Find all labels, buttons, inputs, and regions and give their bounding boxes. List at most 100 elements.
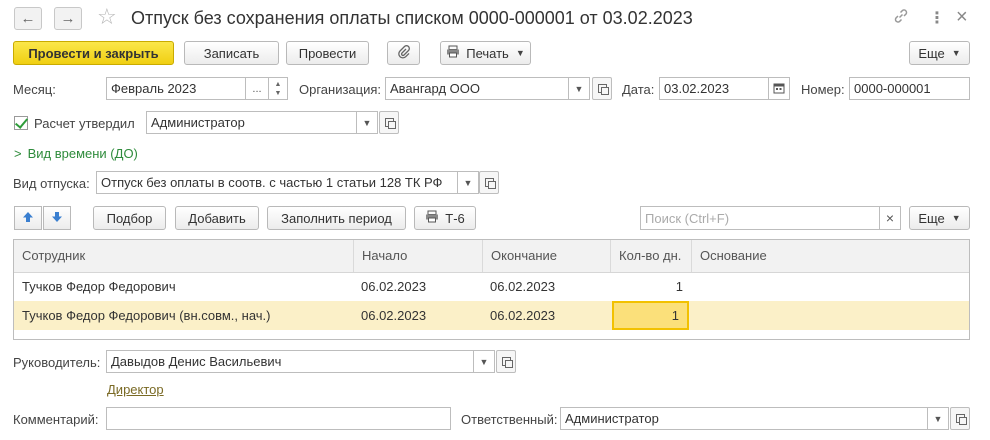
favorite-star-icon[interactable]: ☆ bbox=[97, 4, 117, 30]
head-open-button[interactable] bbox=[496, 350, 516, 373]
head-label: Руководитель: bbox=[13, 355, 101, 370]
month-choose-button[interactable]: ... bbox=[245, 77, 269, 100]
attach-button[interactable] bbox=[387, 41, 420, 65]
open-icon bbox=[597, 84, 609, 95]
more-vertical-icon[interactable]: ⋮ bbox=[929, 8, 945, 28]
open-icon bbox=[955, 414, 967, 425]
cell-start[interactable]: 06.02.2023 bbox=[353, 272, 482, 301]
link-icon[interactable] bbox=[893, 8, 909, 28]
cell-basis[interactable] bbox=[691, 301, 969, 330]
print-label: Печать bbox=[466, 45, 509, 61]
move-down-button[interactable] bbox=[43, 206, 71, 230]
search-clear-button[interactable]: × bbox=[879, 206, 901, 230]
organization-open-button[interactable] bbox=[592, 77, 612, 100]
open-icon bbox=[484, 178, 496, 189]
column-header-employee[interactable]: Сотрудник bbox=[14, 240, 353, 272]
leave-type-open-button[interactable] bbox=[479, 171, 499, 194]
t6-label: Т-6 bbox=[445, 210, 465, 226]
cell-end[interactable]: 06.02.2023 bbox=[482, 272, 610, 301]
responsible-label: Ответственный: bbox=[461, 412, 558, 427]
search-input[interactable]: Поиск (Ctrl+F) bbox=[640, 206, 880, 230]
cell-employee[interactable]: Тучков Федор Федорович (вн.совм., нач.) bbox=[14, 301, 353, 330]
organization-field[interactable]: Авангард ООО bbox=[385, 77, 569, 100]
organization-label: Организация: bbox=[299, 82, 382, 97]
column-header-days[interactable]: Кол-во дн. bbox=[610, 240, 691, 272]
arrow-down-icon bbox=[51, 211, 63, 226]
chevron-down-icon: ▼ bbox=[951, 213, 961, 223]
chevron-down-icon: ▼ bbox=[951, 48, 961, 58]
forward-button[interactable]: → bbox=[54, 7, 82, 30]
back-arrow-icon: ← bbox=[20, 10, 36, 27]
stepper-up-icon: ▲ bbox=[274, 80, 282, 88]
column-header-basis[interactable]: Основание bbox=[691, 240, 969, 272]
head-dropdown-button[interactable]: ▼ bbox=[473, 350, 495, 373]
cell-end[interactable]: 06.02.2023 bbox=[482, 301, 610, 330]
chevron-down-icon: ▼ bbox=[933, 413, 943, 424]
responsible-open-button[interactable] bbox=[950, 407, 970, 430]
more-label: Еще bbox=[918, 210, 945, 226]
add-button[interactable]: Добавить bbox=[175, 206, 259, 230]
print-button[interactable]: Печать ▼ bbox=[440, 41, 531, 65]
chevron-down-icon: ▼ bbox=[463, 177, 473, 188]
number-field[interactable]: 0000-000001 bbox=[849, 77, 970, 100]
more-button[interactable]: Еще ▼ bbox=[909, 41, 970, 65]
leave-type-dropdown-button[interactable]: ▼ bbox=[457, 171, 479, 194]
leave-type-field[interactable]: Отпуск без оплаты в соотв. с частью 1 ст… bbox=[96, 171, 458, 194]
open-icon bbox=[384, 118, 396, 129]
chevron-down-icon: ▼ bbox=[515, 48, 525, 58]
column-header-end[interactable]: Окончание bbox=[482, 240, 610, 272]
comment-field[interactable] bbox=[106, 407, 451, 430]
stepper-down-icon: ▼ bbox=[274, 89, 282, 97]
leave-type-label: Вид отпуска: bbox=[13, 176, 90, 191]
forward-arrow-icon: → bbox=[60, 10, 76, 27]
table-more-button[interactable]: Еще ▼ bbox=[909, 206, 970, 230]
column-header-start[interactable]: Начало bbox=[353, 240, 482, 272]
responsible-dropdown-button[interactable]: ▼ bbox=[927, 407, 949, 430]
approved-checkbox[interactable] bbox=[14, 116, 28, 130]
month-stepper[interactable]: ▲ ▼ bbox=[268, 77, 288, 100]
date-label: Дата: bbox=[622, 82, 655, 97]
open-icon bbox=[501, 357, 513, 368]
cell-days[interactable]: 1 bbox=[610, 272, 691, 301]
cell-employee[interactable]: Тучков Федор Федорович bbox=[14, 272, 353, 301]
organization-dropdown-button[interactable]: ▼ bbox=[568, 77, 590, 100]
cell-basis[interactable] bbox=[691, 272, 969, 301]
paperclip-icon bbox=[397, 44, 411, 62]
fill-period-button[interactable]: Заполнить период bbox=[267, 206, 406, 230]
responsible-field[interactable]: Администратор bbox=[560, 407, 928, 430]
comment-label: Комментарий: bbox=[13, 412, 99, 427]
move-up-button[interactable] bbox=[14, 206, 42, 230]
more-label: Еще bbox=[918, 45, 945, 61]
printer-icon bbox=[446, 45, 460, 61]
chevron-down-icon: ▼ bbox=[479, 356, 489, 367]
pick-button[interactable]: Подбор bbox=[93, 206, 166, 230]
approved-by-field[interactable]: Администратор bbox=[146, 111, 357, 134]
table-header: Сотрудник Начало Окончание Кол-во дн. Ос… bbox=[14, 240, 969, 273]
approved-by-open-button[interactable] bbox=[379, 111, 399, 134]
time-type-label: Вид времени (ДО) bbox=[27, 146, 138, 161]
table-row[interactable]: Тучков Федор Федорович 06.02.2023 06.02.… bbox=[14, 272, 969, 301]
cell-start[interactable]: 06.02.2023 bbox=[353, 301, 482, 330]
back-button[interactable]: ← bbox=[14, 7, 42, 30]
clear-icon: × bbox=[885, 210, 895, 226]
table-row-selected[interactable]: Тучков Федор Федорович (вн.совм., нач.) … bbox=[14, 301, 969, 330]
head-field[interactable]: Давыдов Денис Васильевич bbox=[106, 350, 474, 373]
time-type-group-toggle[interactable]: > Вид времени (ДО) bbox=[14, 146, 138, 161]
save-button[interactable]: Записать bbox=[184, 41, 279, 65]
t6-print-button[interactable]: Т-6 bbox=[414, 206, 476, 230]
approved-by-dropdown-button[interactable]: ▼ bbox=[356, 111, 378, 134]
calendar-button[interactable] bbox=[768, 77, 790, 100]
close-icon[interactable]: × bbox=[956, 6, 968, 29]
month-field[interactable]: Февраль 2023 bbox=[106, 77, 246, 100]
number-label: Номер: bbox=[801, 82, 845, 97]
post-button[interactable]: Провести bbox=[286, 41, 369, 65]
date-field[interactable]: 03.02.2023 bbox=[659, 77, 769, 100]
head-position-link[interactable]: Директор bbox=[107, 382, 164, 397]
post-and-close-button[interactable]: Провести и закрыть bbox=[13, 41, 174, 65]
page-title: Отпуск без сохранения оплаты списком 000… bbox=[131, 8, 693, 28]
calendar-icon bbox=[773, 82, 785, 96]
printer-icon bbox=[425, 210, 439, 226]
chevron-down-icon: ▼ bbox=[574, 83, 584, 94]
approved-label: Расчет утвердил bbox=[34, 116, 135, 131]
cell-days-focused[interactable]: 1 bbox=[612, 301, 689, 330]
